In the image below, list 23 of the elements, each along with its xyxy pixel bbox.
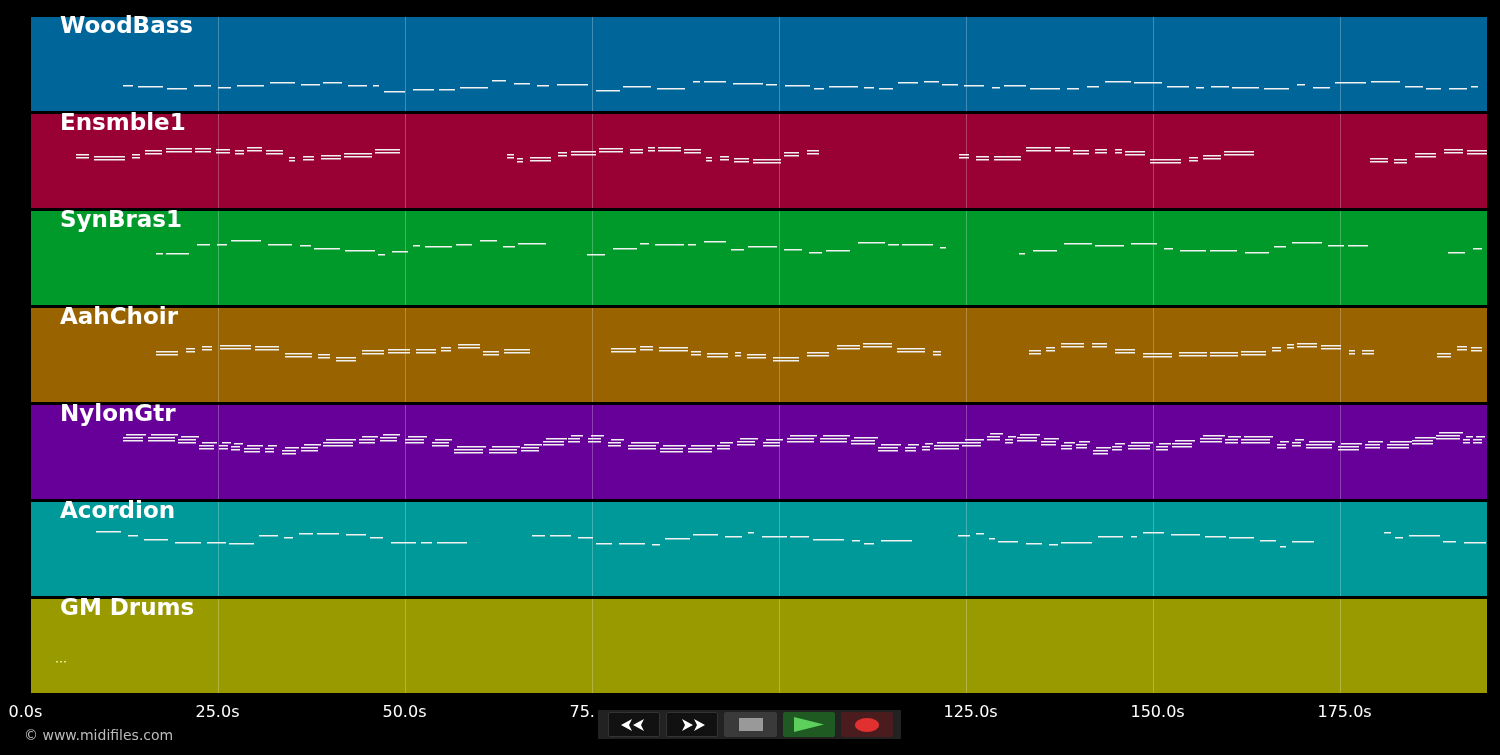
record-icon [854, 717, 879, 732]
play-button[interactable] [782, 712, 835, 737]
track-name: Acordion [60, 496, 176, 524]
track-name: Ensmble1 [60, 108, 186, 136]
rewind-button[interactable] [608, 712, 661, 737]
track-name: SynBras1 [60, 205, 183, 233]
stop-button[interactable] [724, 712, 777, 737]
track-name: NylonGtr [60, 399, 176, 427]
track-name: GM Drums [60, 593, 195, 621]
axis-tick-label: 75. [568, 702, 596, 723]
track-name: WoodBass [60, 11, 194, 39]
play-icon [793, 717, 824, 732]
record-button[interactable] [840, 712, 893, 737]
copyright-text: © www.midifiles.com [24, 726, 174, 744]
axis-tick-label: 125.0s [942, 702, 996, 723]
axis-tick-label: 175.0s [1316, 702, 1370, 723]
axis-tick-label: 25.0s [194, 702, 241, 723]
axis-tick-label: 150.0s [1129, 702, 1183, 723]
track-name: AahChoir [60, 302, 178, 330]
axis-tick-label: 0.0s [7, 702, 44, 723]
axis-tick-label: 50.0s [381, 702, 428, 723]
stop-icon [738, 718, 763, 731]
fast-forward-button[interactable] [666, 712, 719, 737]
